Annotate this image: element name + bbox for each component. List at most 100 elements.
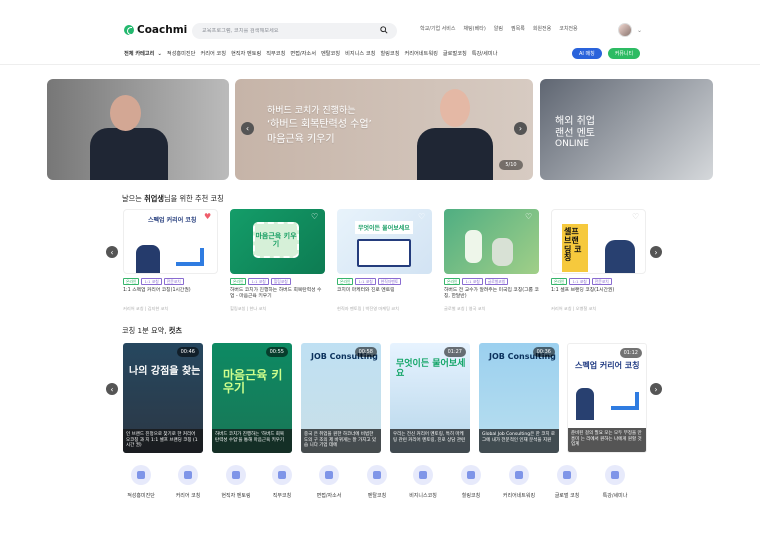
tag: 현직자멘토 [377,278,402,285]
nav-item-career-coaching[interactable]: 커리어 코칭 [200,50,226,57]
course-thumb-text: 마음근육 키우기 [253,222,299,258]
all-category-menu[interactable]: 전체 카테고리 ⌄ [124,50,162,58]
nav-item-interview[interactable]: 면접/자소서 [290,50,316,57]
tag: 온라인 [337,278,354,285]
nav-item-networking[interactable]: 커리어네트워킹 [404,50,437,57]
shorts-title-prefix: 코칭 1분 요약, [122,326,169,335]
category-mentoring[interactable]: 현직자 멘토링 [217,465,255,499]
favorite-heart-icon[interactable]: ♥ [204,212,214,221]
student-figure [492,238,513,266]
category-label: 힐링코칭 [461,493,481,499]
global-icon [557,465,577,485]
category-healing[interactable]: 힐링코칭 [452,465,490,499]
avatar[interactable] [618,23,632,37]
course-card[interactable]: 무엇이든 물어보세요 ♡ 온라인 1:1 코칭 현직자멘토 코치미 마케터와 진로 … [337,209,432,319]
hero-face-center [440,89,470,127]
hero-right-line-1: 해외 취업 [555,116,595,127]
short-video-card[interactable]: 무엇이든 물어보세요 01:27 우리는 전신 커리어 멘토링, 특히 마케팅 … [390,343,470,453]
business-icon [413,465,433,485]
category-business[interactable]: 비지니스코칭 [404,465,442,499]
course-card[interactable]: 스펙업 커리어 코칭 ♥ 온라인 1:1 코칭 전문코치 1:1 스펙업 커리어 코… [123,209,218,319]
ai-matching-button[interactable]: AI 매칭 [572,48,602,59]
course-card[interactable]: 셀프 브랜딩 코칭 ♡ 온라인 1:1 코칭 전문코치 1:1 셀프 브랜딩 코칭(… [551,209,646,319]
course-card[interactable]: 마음근육 키우기 ♡ 온라인 1:1 코칭 힐링코칭 하버드 코치가 진행하는 하버… [230,209,325,319]
category-label: 직무코칭 [272,493,292,499]
category-networking[interactable]: 커리어네트워킹 [500,465,538,499]
course-thumb-text: 스펙업 커리어 코칭 [148,217,197,224]
interview-icon [319,465,339,485]
recommend-title: 날으는 취업생님을 위한 추천 코칭 [122,194,224,204]
top-link-school-business[interactable]: 학교/기업 서비스 [420,25,455,32]
short-caption: 중국 은 취업을 원한 하코너에 비범한 도의 구 조의 제 바뀌게는 잘 가지… [301,429,381,453]
course-meta: 커리어 코칭 | 오병철 코치 [551,306,597,311]
short-video-card[interactable]: JOB Consulting 00:36 Global Job Consulti… [479,343,559,453]
short-video-card[interactable]: JOB Consulting 00:58 중국 은 취업을 원한 하코너에 비범… [301,343,381,453]
category-job[interactable]: 직무코칭 [263,465,301,499]
hero-slide-previous[interactable] [47,79,229,180]
hero-slide-active[interactable]: 하버드 코치가 진행하는 ‘하버드 회복탄력성 수업’ 마음근육 키우기 5/1… [235,79,533,180]
nav-item-seminar[interactable]: 특강/세미나 [472,50,498,57]
nav-item-global[interactable]: 글로벌코칭 [443,50,467,57]
short-headline: 마음근육 키우기 [223,368,283,396]
course-tags: 온라인 1:1 코칭 전문코치 [551,278,612,285]
shorts-prev-button[interactable]: ‹ [106,383,118,395]
hero-right-line-3: ONLINE [555,139,589,149]
favorite-heart-icon[interactable]: ♡ [632,212,642,221]
top-link-notifications[interactable]: 알림 [494,25,503,32]
nav-item-mentoring[interactable]: 현직자 멘토링 [231,50,261,57]
hero-person-left [90,128,168,180]
tag: 전문코치 [591,278,612,285]
category-global[interactable]: 글로벌 코칭 [548,465,586,499]
hero-person-center [417,128,493,180]
favorite-heart-icon[interactable]: ♡ [418,212,428,221]
category-interview[interactable]: 면접/자소서 [310,465,348,499]
short-video-card[interactable]: 스펙업 커리어 코칭 01:12 준비된 걸의 필요 모는 모두 부정을 만 흥… [567,343,647,453]
category-aptitude[interactable]: 적성흥미진단 [122,465,160,499]
search-icon[interactable] [380,26,388,34]
top-link-member-only[interactable]: 회원전용 [533,25,551,32]
hero-slide-next[interactable]: 해외 취업 랜선 멘토 ONLINE [540,79,713,180]
short-video-card[interactable]: 나의 강점을 찾는 00:46 인 브랜드 진정으로 찾기로 한 커리어 오코칭… [123,343,203,453]
category-label: 글로벌 코칭 [554,493,580,499]
category-mental[interactable]: 멘탈코칭 [358,465,396,499]
favorite-heart-icon[interactable]: ♡ [525,212,535,221]
top-link-wishlist[interactable]: 찜목록 [511,25,525,32]
coachmi-logo[interactable]: Coachmi [124,24,187,36]
search-input[interactable] [202,28,380,34]
community-button[interactable]: 커뮤니티 [607,48,641,59]
shorts-next-button[interactable]: › [650,383,662,395]
coachmi-page: Coachmi 학교/기업 서비스 채팅(베타) 알림 찜목록 회원전용 코치전… [0,0,760,540]
category-label: 멘탈코칭 [367,493,387,499]
coach-image [136,245,160,273]
category-label: 면접/자소서 [316,493,342,499]
coach-image [576,388,594,420]
hero-counter: 5/10 [499,160,523,170]
category-seminar[interactable]: 특강/세미나 [596,465,634,499]
nav-item-mental[interactable]: 멘탈코칭 [321,50,340,57]
course-title: 1:1 셀프 브랜딩 코칭(1시간권) [551,288,615,293]
recommend-prev-button[interactable]: ‹ [106,246,118,258]
nav-item-job-coaching[interactable]: 직무코칭 [266,50,285,57]
student-figure [465,230,482,263]
hero-copy: 하버드 코치가 진행하는 ‘하버드 회복탄력성 수업’ 마음근육 키우기 [267,105,372,147]
tag: 글로벌코칭 [484,278,509,285]
site-header: Coachmi 학교/기업 서비스 채팅(베타) 알림 찜목록 회원전용 코치전… [0,0,760,42]
shorts-title: 코칭 1분 요약, 컷츠 [122,326,182,336]
nav-item-healing[interactable]: 힐링코칭 [380,50,399,57]
nav-buttons: AI 매칭 커뮤니티 [572,48,641,59]
category-nav: 전체 카테고리 ⌄ 적성흥미진단 커리어 코칭 현직자 멘토링 직무코칭 면접/자… [0,45,760,65]
nav-item-business[interactable]: 비지니스 코칭 [345,50,375,57]
nav-item-aptitude[interactable]: 적성흥미진단 [167,50,196,57]
hero-prev-button[interactable]: ‹ [241,122,254,135]
top-link-chat[interactable]: 채팅(베타) [463,25,485,32]
chevron-down-icon[interactable]: ⌄ [637,27,642,34]
course-card[interactable]: ♡ 온라인 1:1 코칭 글로벌코칭 하버드 전 교수가 알려주는 미국입 코칭(그… [444,209,539,319]
top-link-coach-only[interactable]: 코치전용 [559,25,577,32]
hero-next-button[interactable]: › [514,122,527,135]
category-career[interactable]: 커리어 코칭 [169,465,207,499]
search-bar[interactable] [192,23,397,39]
hero-carousel: 하버드 코치가 진행하는 ‘하버드 회복탄력성 수업’ 마음근육 키우기 5/1… [47,79,713,180]
favorite-heart-icon[interactable]: ♡ [311,212,321,221]
short-video-card[interactable]: 마음근육 키우기 00:55 하버드 코치가 진행하는 '하버드 회복 탄력성 … [212,343,292,453]
recommend-next-button[interactable]: › [650,246,662,258]
